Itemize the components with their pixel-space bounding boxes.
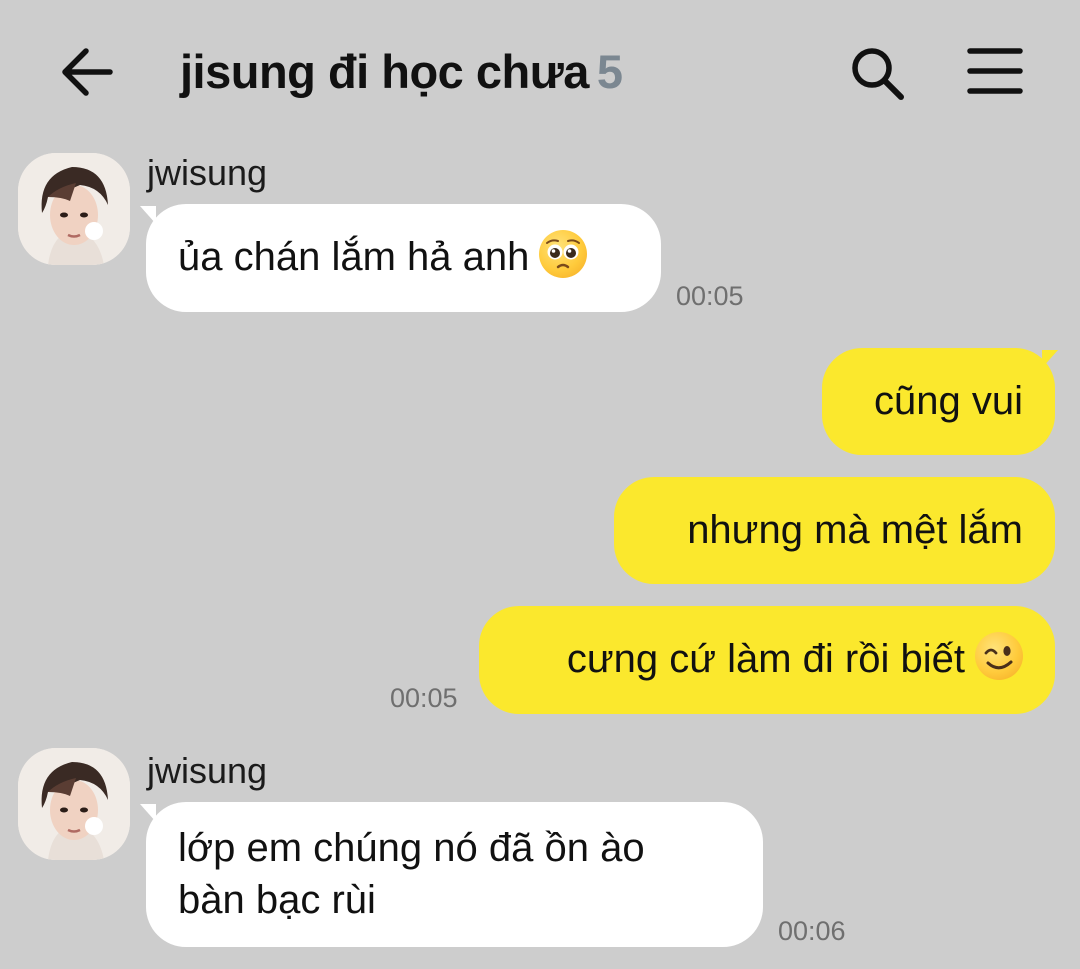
search-button[interactable]: [848, 44, 906, 102]
menu-button[interactable]: [966, 46, 1024, 96]
chat-header: jisung đi học chưa 5: [0, 0, 1080, 145]
message-text-line: bàn bạc rùi: [178, 878, 376, 922]
message-timestamp: 00:05: [676, 281, 744, 311]
search-icon: [852, 48, 904, 100]
arrow-left-icon: [62, 48, 113, 96]
pleading-face-icon: [539, 230, 588, 278]
chat-title: jisung đi học chưa 5: [180, 44, 623, 104]
member-count: 5: [596, 45, 623, 98]
profile-photo: [18, 748, 130, 860]
message-text-line: lớp em chúng nó đã ồn ào: [178, 826, 645, 870]
sender-name: jwisung: [147, 152, 268, 193]
avatar[interactable]: [18, 153, 130, 265]
back-button[interactable]: [58, 44, 116, 100]
message-bubble-outgoing[interactable]: nhưng mà mệt lắm: [614, 477, 1055, 584]
winking-face-icon: [975, 632, 1023, 680]
message-text: cũng vui: [874, 379, 1023, 423]
message-bubble-outgoing[interactable]: cũng vui: [822, 348, 1055, 455]
message-timestamp: 00:05: [390, 683, 458, 713]
message-text: ủa chán lắm hả anh: [178, 235, 530, 279]
message-bubble-incoming[interactable]: lớp em chúng nó đã ồn ào bàn bạc rùi: [146, 802, 763, 947]
hamburger-menu-icon: [967, 48, 1023, 94]
profile-photo: [18, 153, 130, 265]
message-text: nhưng mà mệt lắm: [687, 508, 1023, 552]
message-text: cưng cứ làm đi rồi biết: [566, 637, 965, 681]
message-bubble-incoming[interactable]: ủa chán lắm hả anh: [146, 204, 661, 312]
message-timestamp: 00:06: [778, 916, 846, 946]
chat-title-text: jisung đi học chưa: [180, 45, 589, 98]
message-bubble-outgoing[interactable]: cưng cứ làm đi rồi biết: [479, 606, 1055, 714]
sender-name: jwisung: [147, 750, 268, 791]
avatar[interactable]: [18, 748, 130, 860]
